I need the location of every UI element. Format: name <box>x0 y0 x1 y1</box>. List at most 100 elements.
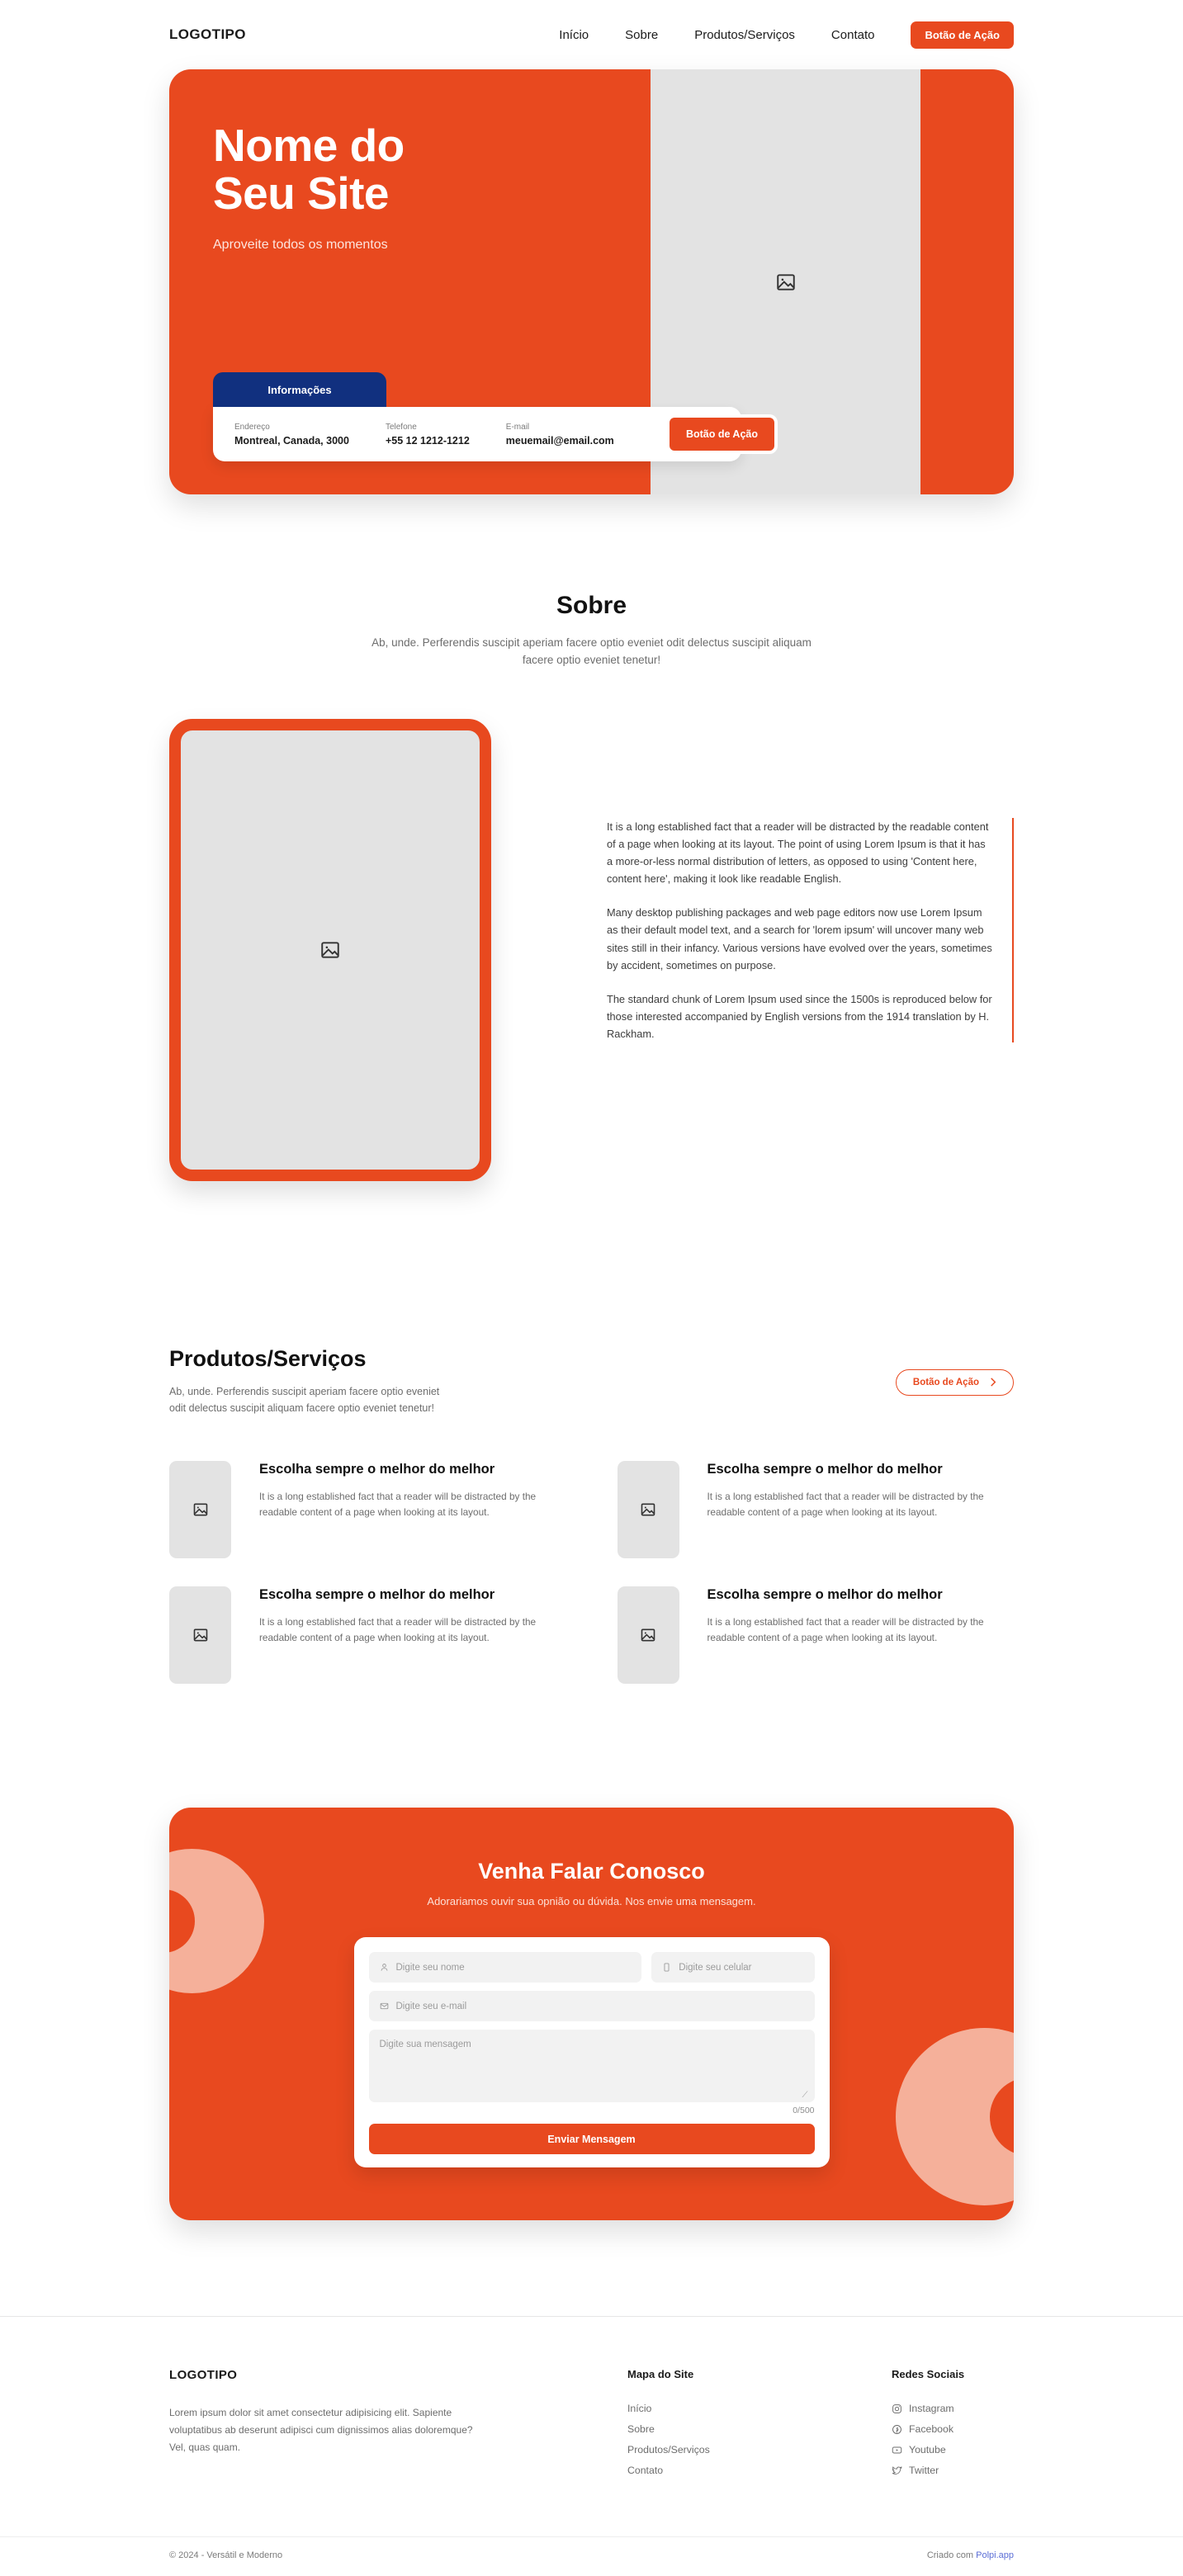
product-text: Escolha sempre o melhor do melhor It is … <box>707 1461 1015 1558</box>
info-value-endereco: Montreal, Canada, 3000 <box>234 434 349 447</box>
product-title: Escolha sempre o melhor do melhor <box>707 1462 943 1477</box>
name-input[interactable]: Digite seu nome <box>368 1952 642 1983</box>
user-icon <box>381 1964 387 1972</box>
chevron-right-icon <box>991 1378 996 1387</box>
twitter-icon <box>892 2466 902 2474</box>
info-item-endereco: Endereço Montreal, Canada, 3000 <box>234 423 349 447</box>
site-footer: LOGOTIPO Lorem ipsum dolor sit amet cons… <box>0 2316 1183 2485</box>
product-title: Escolha sempre o melhor do melhor <box>259 1462 495 1477</box>
site-header: LOGOTIPO Início Sobre Produtos/Serviços … <box>0 0 1183 69</box>
main-navigation: Início Sobre Produtos/Serviços Contato B… <box>559 21 1014 49</box>
info-tab-label: Informações <box>213 372 386 407</box>
form-row-top: Digite seu nome Digite seu celular <box>368 1952 815 1983</box>
info-label-telefone: Telefone <box>385 422 417 432</box>
products-header: Produtos/Serviços Ab, unde. Perferendis … <box>169 1346 1014 1417</box>
product-card[interactable]: Escolha sempre o melhor do melhor It is … <box>617 1586 1015 1685</box>
social-label-twitter: Twitter <box>909 2465 939 2477</box>
about-title: Sobre <box>556 592 627 619</box>
hero-section: Nome do Seu Site Aproveite todos os mome… <box>0 69 1183 494</box>
hero-cta-button[interactable]: Botão de Ação <box>665 414 778 454</box>
credit-link[interactable]: Polpi.app <box>976 2550 1014 2560</box>
message-textarea[interactable]: Digite sua mensagem ⟋ <box>368 2030 815 2103</box>
hero-info-card: Endereço Montreal, Canada, 3000 Telefone… <box>213 407 778 461</box>
products-cta-button[interactable]: Botão de Ação <box>895 1368 1014 1396</box>
about-subtitle: Ab, unde. Perferendis suscipit aperiam f… <box>371 636 812 666</box>
site-logo: LOGOTIPO <box>169 26 246 42</box>
image-placeholder-icon <box>321 942 339 958</box>
footer-link-contato[interactable]: Contato <box>627 2465 768 2476</box>
send-message-button[interactable]: Enviar Mensagem <box>368 2124 815 2155</box>
product-body: It is a long established fact that a rea… <box>707 1491 984 1519</box>
header-cta-button[interactable]: Botão de Ação <box>911 21 1014 49</box>
credit-prefix: Criado com <box>926 2550 977 2561</box>
product-image-placeholder <box>617 1586 679 1685</box>
about-paragraph-3: The standard chunk of Lorem Ipsum used s… <box>607 992 992 1040</box>
copyright-bar: © 2024 - Versátil e Moderno Criado com P… <box>0 2536 1183 2575</box>
name-placeholder: Digite seu nome <box>395 1962 465 1973</box>
product-text: Escolha sempre o melhor do melhor It is … <box>259 1461 566 1558</box>
products-section: Produtos/Serviços Ab, unde. Perferendis … <box>0 1181 1183 1685</box>
about-paragraphs: It is a long established fact that a rea… <box>607 817 1014 1043</box>
image-placeholder-icon <box>641 1503 655 1516</box>
image-placeholder-icon <box>777 273 795 291</box>
social-label-facebook: Facebook <box>909 2423 954 2436</box>
landing-page: LOGOTIPO Início Sobre Produtos/Serviços … <box>0 0 1183 2576</box>
email-input[interactable]: Digite seu e-mail <box>368 1991 815 2022</box>
copyright-text: © 2024 - Versátil e Moderno <box>169 2550 283 2561</box>
about-paragraph-1: It is a long established fact that a rea… <box>607 820 989 886</box>
social-label-youtube: Youtube <box>909 2444 946 2456</box>
facebook-icon <box>892 2424 901 2434</box>
image-placeholder-icon <box>193 1503 207 1516</box>
footer-social-column: Redes Sociais Instagram Facebook Youtube… <box>892 2368 1014 2485</box>
image-placeholder-icon <box>193 1628 207 1642</box>
social-link-instagram[interactable]: Instagram <box>892 2403 1014 2414</box>
product-title: Escolha sempre o melhor do melhor <box>707 1587 943 1603</box>
social-link-facebook[interactable]: Facebook <box>892 2423 1014 2435</box>
phone-input[interactable]: Digite seu celular <box>651 1952 815 1983</box>
footer-link-produtos-servicos[interactable]: Produtos/Serviços <box>627 2444 768 2455</box>
social-link-twitter[interactable]: Twitter <box>892 2465 1014 2476</box>
footer-brand-column: LOGOTIPO Lorem ipsum dolor sit amet cons… <box>169 2368 487 2485</box>
product-card[interactable]: Escolha sempre o melhor do melhor It is … <box>617 1461 1015 1559</box>
nav-item-produtos-servicos[interactable]: Produtos/Serviços <box>694 28 795 42</box>
footer-logo: LOGOTIPO <box>169 2368 238 2383</box>
envelope-icon <box>380 2003 388 2010</box>
hero-title: Nome do Seu Site <box>213 120 405 220</box>
hero-content: Nome do Seu Site Aproveite todos os mome… <box>169 69 1014 253</box>
product-image-placeholder <box>169 1461 231 1559</box>
about-paragraph-2: Many desktop publishing packages and web… <box>607 906 992 971</box>
product-card[interactable]: Escolha sempre o melhor do melhor It is … <box>169 1461 566 1559</box>
footer-link-sobre[interactable]: Sobre <box>627 2423 768 2435</box>
hero-info-block: Informações Endereço Montreal, Canada, 3… <box>213 372 778 461</box>
products-grid: Escolha sempre o melhor do melhor It is … <box>169 1461 1015 1685</box>
youtube-icon <box>892 2446 902 2454</box>
footer-social-heading: Redes Sociais <box>892 2368 965 2381</box>
hero-card: Nome do Seu Site Aproveite todos os mome… <box>169 69 1014 494</box>
social-link-youtube[interactable]: Youtube <box>892 2444 1014 2455</box>
product-text: Escolha sempre o melhor do melhor It is … <box>707 1586 1015 1684</box>
contact-form: Digite seu nome Digite seu celular Digit… <box>353 1937 830 2168</box>
footer-link-inicio[interactable]: Início <box>627 2403 768 2414</box>
message-placeholder: Digite sua mensagem <box>379 2040 471 2050</box>
nav-item-contato[interactable]: Contato <box>831 28 875 42</box>
form-row-email: Digite seu e-mail <box>368 1991 815 2022</box>
product-body: It is a long established fact that a rea… <box>707 1616 984 1644</box>
footer-sitemap-heading: Mapa do Site <box>627 2368 694 2381</box>
footer-sitemap-column: Mapa do Site Início Sobre Produtos/Servi… <box>627 2368 768 2485</box>
social-label-instagram: Instagram <box>909 2403 954 2415</box>
about-content: It is a long established fact that a rea… <box>0 669 1183 1181</box>
info-label-endereco: Endereço <box>234 422 270 432</box>
products-cta-label: Botão de Ação <box>912 1377 979 1387</box>
product-image-placeholder <box>617 1461 679 1559</box>
footer-description: Lorem ipsum dolor sit amet consectetur a… <box>169 2407 473 2453</box>
contact-section: Venha Falar Conosco Adorariamos ouvir su… <box>0 1684 1183 2221</box>
products-title: Produtos/Serviços <box>169 1345 367 1371</box>
nav-item-inicio[interactable]: Início <box>559 28 589 42</box>
phone-placeholder: Digite seu celular <box>679 1962 752 1973</box>
credit-text: Criado com Polpi.app <box>927 2550 1014 2560</box>
info-value-telefone: +55 12 1212-1212 <box>385 434 470 447</box>
nav-item-sobre[interactable]: Sobre <box>625 28 658 42</box>
resize-grip-icon[interactable]: ⟋ <box>802 2092 811 2100</box>
product-card[interactable]: Escolha sempre o melhor do melhor It is … <box>169 1586 566 1685</box>
info-label-email: E-mail <box>505 422 530 432</box>
